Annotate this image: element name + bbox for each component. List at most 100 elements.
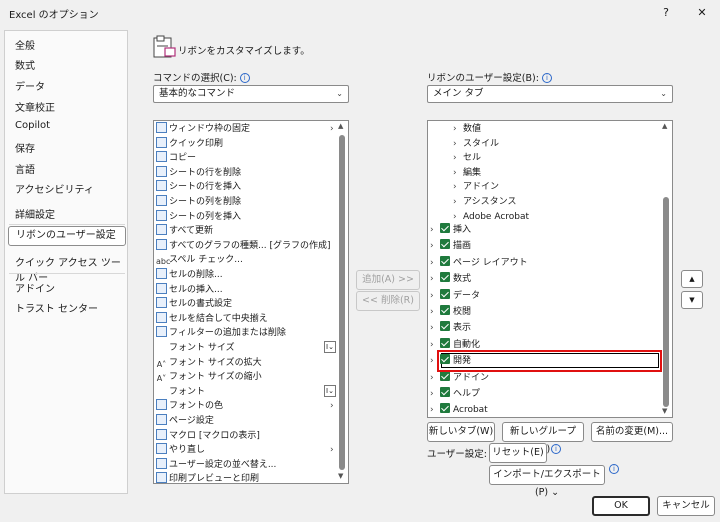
ribbon-group-label: アドイン bbox=[463, 182, 500, 193]
command-list-item[interactable]: 印刷プレビューと印刷 bbox=[156, 472, 336, 483]
command-label: フォント サイズの縮小 bbox=[169, 372, 262, 383]
ribbon-tab-item[interactable]: › ヘルプ bbox=[430, 386, 480, 402]
expand-icon[interactable]: › bbox=[430, 238, 440, 254]
command-list-item[interactable]: マクロ [マクロの表示] bbox=[156, 428, 336, 444]
ribbon-tab-item[interactable]: › 表示 bbox=[430, 320, 471, 336]
info-icon[interactable]: i bbox=[551, 444, 561, 454]
command-list-item[interactable]: A˅ フォント サイズの縮小 bbox=[156, 370, 336, 385]
reset-button[interactable]: リセット(E) ⌄ bbox=[489, 443, 547, 476]
expand-icon[interactable]: › bbox=[430, 370, 440, 386]
choose-commands-dropdown[interactable]: 基本的なコマンド ⌄ bbox=[153, 85, 349, 103]
ribbon-tab-item[interactable]: › アドイン bbox=[430, 370, 489, 386]
command-list-item[interactable]: abcスペル チェック... bbox=[156, 253, 336, 268]
command-list-item[interactable]: シートの列を削除 bbox=[156, 195, 336, 210]
command-list-item[interactable]: フォント サイズ I⌄ bbox=[156, 341, 336, 356]
expand-icon[interactable]: › bbox=[430, 288, 440, 304]
command-list-item[interactable]: セルの書式設定 bbox=[156, 297, 336, 312]
checkbox-checked-icon[interactable] bbox=[440, 321, 450, 332]
scroll-thumb[interactable] bbox=[663, 197, 669, 407]
command-list-item[interactable]: フォントの色 › bbox=[156, 399, 336, 414]
close-button[interactable]: ✕ bbox=[688, 3, 716, 23]
checkbox-checked-icon[interactable] bbox=[440, 337, 450, 348]
sidebar-item-advanced[interactable]: 詳細設定 bbox=[15, 206, 55, 221]
sidebar-item-accessibility[interactable]: アクセシビリティ bbox=[15, 181, 94, 196]
info-icon[interactable]: i bbox=[239, 73, 250, 83]
sidebar-item-proofing[interactable]: 文章校正 bbox=[15, 99, 55, 114]
ribbon-tab-item[interactable]: › 校閲 bbox=[430, 304, 471, 320]
sidebar-item-trust-center[interactable]: トラスト センター bbox=[15, 300, 98, 315]
expand-icon[interactable]: › bbox=[430, 402, 440, 418]
rename-button[interactable]: 名前の変更(M)... bbox=[591, 422, 673, 442]
scroll-down-icon[interactable]: ▼ bbox=[338, 472, 343, 480]
command-list-item[interactable]: やり直し › bbox=[156, 443, 336, 458]
command-list-item[interactable]: A˄ フォント サイズの拡大 bbox=[156, 356, 336, 371]
sidebar-item-addins[interactable]: アドイン bbox=[15, 280, 55, 295]
command-list-item[interactable]: フィルターの追加または削除 bbox=[156, 326, 336, 341]
ok-button[interactable]: OK bbox=[592, 496, 650, 516]
expand-icon[interactable]: › bbox=[430, 255, 440, 271]
sidebar-item-copilot[interactable]: Copilot bbox=[15, 120, 50, 131]
ribbon-tab-item[interactable]: › Acrobat bbox=[430, 402, 488, 418]
sidebar-divider bbox=[9, 224, 125, 225]
ribbon-tab-item[interactable]: › データ bbox=[430, 288, 480, 304]
ribbon-tab-item[interactable]: › 数式 bbox=[430, 271, 471, 287]
cancel-button[interactable]: キャンセル bbox=[657, 496, 715, 516]
commands-scrollbar[interactable]: ▲ ▼ bbox=[336, 121, 348, 483]
ribbon-tab-item[interactable]: › ページ レイアウト bbox=[430, 255, 528, 271]
checkbox-checked-icon[interactable] bbox=[440, 255, 450, 266]
expand-icon[interactable]: › bbox=[430, 271, 440, 287]
command-list-item[interactable]: ユーザー設定の並べ替え... bbox=[156, 457, 336, 473]
command-list-item[interactable]: シートの列を挿入 bbox=[156, 209, 336, 225]
ribbon-scrollbar[interactable]: ▲ ▼ bbox=[660, 121, 672, 417]
ribbon-tab-item[interactable]: › 描画 bbox=[430, 238, 471, 254]
sidebar-item-customize-ribbon[interactable]: リボンのユーザー設定 bbox=[8, 226, 126, 246]
sidebar-item-formulas[interactable]: 数式 bbox=[15, 57, 35, 72]
checkbox-checked-icon[interactable] bbox=[440, 288, 450, 299]
ribbon-tab-label: アドイン bbox=[453, 372, 490, 383]
expand-icon[interactable]: › bbox=[430, 222, 440, 238]
remove-button[interactable]: << 削除(R) bbox=[356, 291, 420, 311]
command-list-item[interactable]: ページ設定 bbox=[156, 414, 336, 429]
move-down-button[interactable]: ▼ bbox=[681, 291, 703, 309]
import-export-button[interactable]: インポート/エクスポート(P) ⌄ bbox=[489, 465, 605, 498]
scroll-up-icon[interactable]: ▲ bbox=[662, 122, 667, 130]
command-list-item[interactable]: すべて更新 bbox=[156, 224, 336, 239]
new-group-button[interactable]: 新しいグループ(N) bbox=[502, 422, 584, 455]
command-list-item[interactable]: セルの削除... bbox=[156, 268, 336, 283]
command-list-item[interactable]: すべてのグラフの種類... [グラフの作成] bbox=[156, 238, 336, 254]
customize-ribbon-dropdown[interactable]: メイン タブ ⌄ bbox=[427, 85, 673, 103]
expand-icon[interactable]: › bbox=[430, 386, 440, 402]
command-list-item[interactable]: コピー bbox=[156, 151, 336, 166]
sidebar-item-language[interactable]: 言語 bbox=[15, 161, 35, 176]
sidebar-item-data[interactable]: データ bbox=[15, 78, 45, 93]
command-list-item[interactable]: シートの行を挿入 bbox=[156, 180, 336, 195]
command-list-item[interactable]: クイック印刷 bbox=[156, 136, 336, 152]
checkbox-checked-icon[interactable] bbox=[440, 305, 450, 315]
checkbox-checked-icon[interactable] bbox=[440, 403, 450, 414]
checkbox-checked-icon[interactable] bbox=[440, 370, 450, 381]
move-up-button[interactable]: ▲ bbox=[681, 270, 703, 288]
scroll-up-icon[interactable]: ▲ bbox=[338, 122, 343, 130]
scroll-down-icon[interactable]: ▼ bbox=[662, 407, 667, 415]
checkbox-checked-icon[interactable] bbox=[440, 239, 450, 250]
checkbox-checked-icon[interactable] bbox=[440, 272, 450, 283]
sidebar-item-save[interactable]: 保存 bbox=[15, 140, 35, 155]
command-list-item[interactable]: シートの行を削除 bbox=[156, 165, 336, 181]
ribbon-tab-item[interactable]: › 挿入 bbox=[430, 222, 471, 238]
command-list-item[interactable]: ウィンドウ枠の固定 › bbox=[156, 122, 336, 137]
help-button[interactable]: ? bbox=[652, 3, 680, 23]
commands-listbox[interactable]: ウィンドウ枠の固定 › クイック印刷 コピー シートの行を削除 シートの行を挿入 シートの列… bbox=[153, 120, 349, 484]
command-list-item[interactable]: セルを結合して中央揃え bbox=[156, 311, 336, 327]
expand-icon[interactable]: › bbox=[430, 304, 440, 320]
command-list-item[interactable]: セルの挿入... bbox=[156, 282, 336, 298]
sidebar-item-general[interactable]: 全般 bbox=[15, 37, 35, 52]
scroll-thumb[interactable] bbox=[339, 135, 345, 470]
checkbox-checked-icon[interactable] bbox=[440, 387, 450, 397]
checkbox-checked-icon[interactable] bbox=[440, 223, 450, 233]
info-icon[interactable]: i bbox=[541, 73, 552, 83]
command-list-item[interactable]: フォント I⌄ bbox=[156, 384, 336, 400]
info-icon[interactable]: i bbox=[609, 464, 619, 474]
new-tab-button[interactable]: 新しいタブ(W) bbox=[427, 422, 495, 442]
expand-icon[interactable]: › bbox=[430, 320, 440, 336]
add-button[interactable]: 追加(A) >> bbox=[356, 270, 420, 290]
